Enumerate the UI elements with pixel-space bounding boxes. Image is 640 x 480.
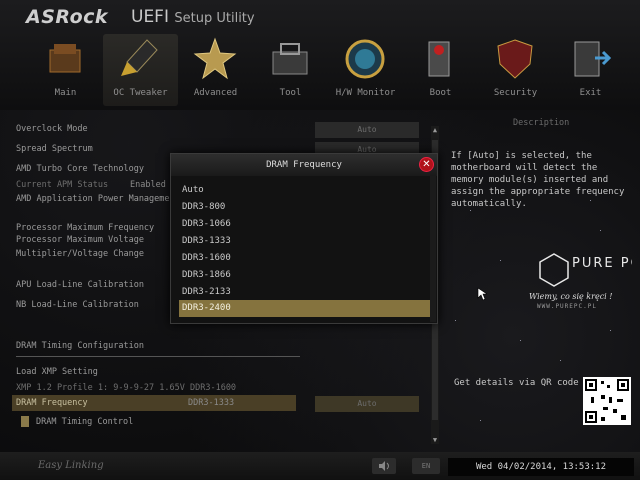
qr-label: Get details via QR code bbox=[454, 378, 579, 388]
shield-icon bbox=[497, 39, 533, 79]
boot-icon bbox=[428, 41, 450, 77]
option-ddr3-2133[interactable]: DDR3-2133 bbox=[179, 284, 430, 301]
description-title: Description bbox=[513, 118, 570, 128]
setting-mult-volt[interactable]: Multiplier/Voltage Change bbox=[16, 249, 144, 259]
app-title-main: UEFI bbox=[131, 7, 169, 27]
setting-dram-frequency[interactable]: DRAM Frequency bbox=[16, 398, 88, 408]
tab-tool[interactable]: Tool bbox=[253, 34, 328, 106]
footer: Easy Linking EN Wed 04/02/2014, 13:53:12 bbox=[0, 452, 640, 480]
watermark-url: WWW.PUREPC.PL bbox=[537, 303, 597, 310]
tab-main-label: Main bbox=[54, 88, 77, 98]
setting-app-power[interactable]: AMD Application Power Management bbox=[16, 194, 180, 204]
option-ddr3-2400[interactable]: DDR3-2400 bbox=[179, 300, 430, 317]
tab-boot[interactable]: Boot bbox=[403, 34, 478, 106]
folder-icon bbox=[21, 416, 29, 427]
rocket-icon bbox=[121, 39, 158, 76]
setting-load-xmp[interactable]: Load XMP Setting bbox=[16, 367, 98, 377]
language-button[interactable]: EN bbox=[412, 458, 440, 474]
option-ddr3-1066[interactable]: DDR3-1066 bbox=[179, 216, 430, 233]
app-title-sub: Setup Utility bbox=[174, 11, 255, 26]
section-dram-timing: DRAM Timing Configuration bbox=[16, 341, 144, 351]
tab-exit-label: Exit bbox=[579, 88, 602, 98]
monitor-icon bbox=[345, 39, 385, 79]
tab-security-label: Security bbox=[493, 88, 538, 98]
tab-tool-label: Tool bbox=[279, 88, 302, 98]
setting-turbo-core[interactable]: AMD Turbo Core Technology bbox=[16, 164, 144, 174]
setting-overclock-mode[interactable]: Overclock Mode bbox=[16, 124, 88, 134]
description-text: If [Auto] is selected, the motherboard w… bbox=[451, 151, 625, 209]
setting-apm-status: Current APM Status bbox=[16, 180, 109, 190]
qr-code-icon bbox=[583, 377, 631, 425]
mouse-cursor-icon bbox=[477, 287, 487, 301]
option-ddr3-1333[interactable]: DDR3-1333 bbox=[179, 233, 430, 250]
star-icon bbox=[193, 37, 237, 80]
easy-linking-brand: Easy Linking bbox=[38, 460, 104, 471]
tab-boot-label: Boot bbox=[429, 88, 452, 98]
logo-text: PURE PC bbox=[572, 256, 632, 271]
main-icon bbox=[49, 44, 81, 73]
setting-proc-max-volt[interactable]: Processor Maximum Voltage bbox=[16, 235, 144, 245]
speaker-button[interactable] bbox=[372, 458, 396, 474]
option-ddr3-1866[interactable]: DDR3-1866 bbox=[179, 267, 430, 284]
option-auto[interactable]: Auto bbox=[179, 182, 430, 199]
exit-icon bbox=[574, 41, 612, 77]
tab-main[interactable]: Main bbox=[28, 34, 103, 106]
app-title: UEFI Setup Utility bbox=[131, 7, 255, 27]
dram-frequency-dialog: DRAM Frequency ✕ Auto DDR3-800 DDR3-1066… bbox=[170, 153, 438, 324]
dram-frequency-current: DDR3-1333 bbox=[188, 398, 235, 408]
main-nav: Main OC Tweaker Advanced Tool H/W Monito… bbox=[28, 34, 628, 106]
tab-hw-monitor-label: H/W Monitor bbox=[335, 88, 396, 98]
tab-oc-tweaker-label: OC Tweaker bbox=[113, 88, 168, 98]
xmp-profile-info: XMP 1.2 Profile 1: 9-9-9-27 1.65V DDR3-1… bbox=[16, 383, 237, 393]
setting-nb-llc[interactable]: NB Load-Line Calibration bbox=[16, 300, 139, 310]
scroll-down-icon[interactable]: ▼ bbox=[431, 436, 439, 444]
datetime-display: Wed 04/02/2014, 13:53:12 bbox=[448, 458, 634, 476]
tab-hw-monitor[interactable]: H/W Monitor bbox=[328, 34, 403, 106]
header: ASRock UEFI Setup Utility Main OC Tweake… bbox=[0, 0, 640, 110]
dram-frequency-value[interactable]: Auto bbox=[315, 396, 419, 412]
watermark-tagline: Wiemy, co się kręci ! bbox=[529, 292, 613, 301]
overclock-mode-value[interactable]: Auto bbox=[315, 122, 419, 138]
divider bbox=[16, 356, 300, 357]
tab-exit[interactable]: Exit bbox=[553, 34, 628, 106]
close-icon[interactable]: ✕ bbox=[419, 157, 434, 172]
toolbox-icon bbox=[272, 43, 308, 75]
tab-oc-tweaker[interactable]: OC Tweaker bbox=[103, 34, 178, 106]
dialog-title: DRAM Frequency bbox=[171, 154, 437, 176]
setting-proc-max-freq[interactable]: Processor Maximum Frequency bbox=[16, 223, 154, 233]
tab-advanced-label: Advanced bbox=[193, 88, 238, 98]
setting-spread-spectrum[interactable]: Spread Spectrum bbox=[16, 144, 93, 154]
setting-apu-llc[interactable]: APU Load-Line Calibration bbox=[16, 280, 144, 290]
option-ddr3-800[interactable]: DDR3-800 bbox=[179, 199, 430, 216]
scroll-up-icon[interactable]: ▲ bbox=[431, 126, 439, 134]
option-ddr3-1600[interactable]: DDR3-1600 bbox=[179, 250, 430, 267]
tab-security[interactable]: Security bbox=[478, 34, 553, 106]
brand-logo: ASRock bbox=[26, 6, 109, 28]
tab-advanced[interactable]: Advanced bbox=[178, 34, 253, 106]
dialog-scrollbar[interactable] bbox=[430, 176, 436, 322]
setting-dram-timing-control[interactable]: DRAM Timing Control bbox=[36, 417, 133, 427]
speaker-icon bbox=[379, 461, 389, 471]
apm-status-value: Enabled bbox=[130, 180, 166, 190]
